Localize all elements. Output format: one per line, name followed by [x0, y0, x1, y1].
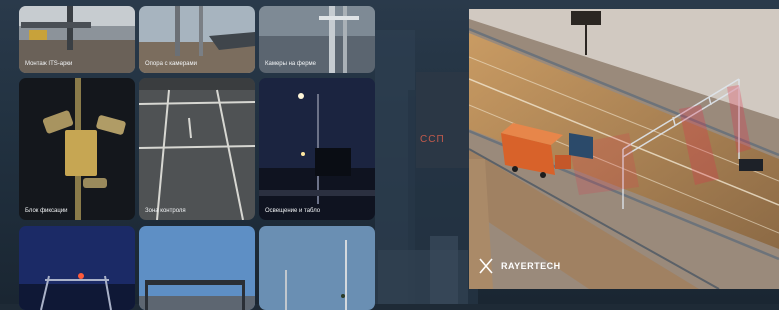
tile-photo-lighting-board: [259, 78, 375, 220]
gallery-tile[interactable]: Зона контроля: [139, 78, 255, 220]
background-sign-text: ССП: [420, 134, 445, 145]
tile-caption: Блок фиксации: [25, 208, 68, 214]
gallery-tile[interactable]: [259, 226, 375, 310]
gallery-tile[interactable]: Камеры на ферме: [259, 6, 375, 73]
tile-photo-day-gantry: [139, 226, 255, 310]
tile-caption: Камеры на ферме: [265, 61, 316, 67]
its-gantry-render: [469, 9, 779, 289]
tile-photo-control-zone: [139, 78, 255, 220]
background-billboard: [416, 72, 476, 168]
tile-caption: Освещение и табло: [265, 208, 321, 214]
gallery-tile[interactable]: Освещение и табло: [259, 78, 375, 220]
render-panel: RAYERTECH: [469, 9, 779, 289]
car-graphic: [569, 133, 593, 159]
brand-name: RAYERTECH: [501, 261, 561, 271]
tile-caption: Зона контроля: [145, 208, 186, 214]
gallery-tile[interactable]: Опора с камерами: [139, 6, 255, 73]
tile-photo-detection-unit: [19, 78, 135, 220]
photo-gallery: Монтаж ITS-арки Опора с камерами Камеры …: [15, 6, 375, 310]
gallery-tile[interactable]: [139, 226, 255, 310]
dark-car-graphic: [739, 159, 763, 171]
tile-caption: Монтаж ITS-арки: [25, 61, 73, 67]
rayertech-logo-icon: [479, 258, 493, 274]
tile-caption: Опора с камерами: [145, 61, 197, 67]
gallery-tile[interactable]: Блок фиксации: [19, 78, 135, 220]
overhead-message-board: [571, 11, 601, 25]
gallery-tile[interactable]: Монтаж ITS-арки: [19, 6, 135, 73]
tile-photo-night-gantry: [19, 226, 135, 310]
gallery-tile[interactable]: [19, 226, 135, 310]
tile-photo-light-poles: [259, 226, 375, 310]
brand-logo: RAYERTECH: [477, 257, 561, 275]
